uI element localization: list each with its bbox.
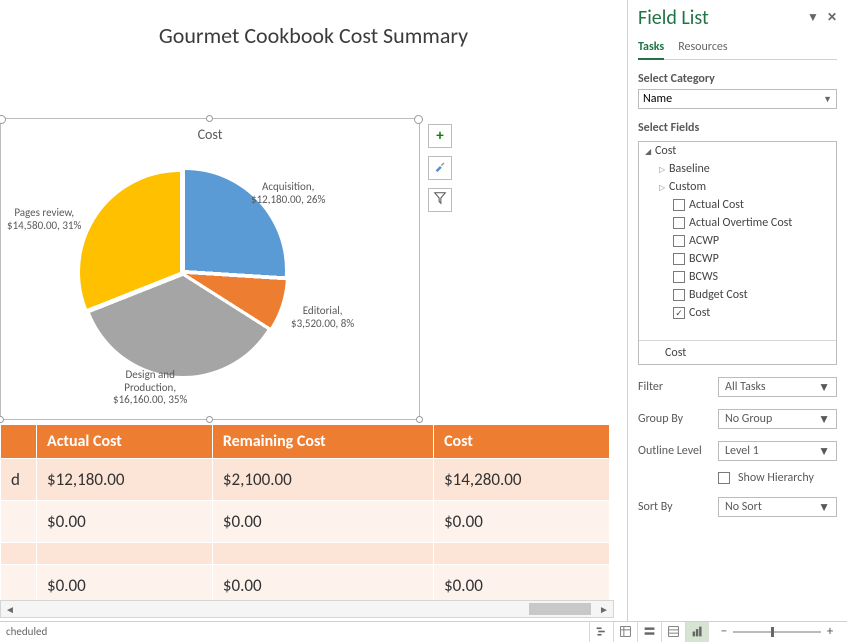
- field-actual-cost[interactable]: Actual Cost: [689, 198, 744, 212]
- pie-slice-pages[interactable]: [80, 172, 280, 372]
- collapse-icon[interactable]: [659, 182, 669, 193]
- chevron-down-icon: ▼: [818, 412, 830, 427]
- view-task-usage-button[interactable]: [613, 622, 637, 642]
- sortby-label: Sort By: [638, 500, 718, 514]
- col-actual-cost[interactable]: Actual Cost: [37, 425, 213, 459]
- plus-icon: +: [436, 127, 443, 145]
- checkbox-bcws[interactable]: [673, 271, 685, 283]
- paintbrush-icon: [433, 159, 447, 178]
- cell-rowname[interactable]: d: [1, 459, 37, 501]
- fields-tree[interactable]: Cost Baseline Custom Actual Cost Actual …: [638, 141, 837, 365]
- col-remaining-cost[interactable]: Remaining Cost: [212, 425, 433, 459]
- chart-filters-button[interactable]: [428, 188, 452, 212]
- field-bcws[interactable]: BCWS: [689, 270, 718, 284]
- checkbox-acwp[interactable]: [673, 235, 685, 247]
- scroll-left-button[interactable]: ◄: [1, 601, 19, 617]
- view-gantt-button[interactable]: [589, 622, 613, 642]
- chart-styles-button[interactable]: [428, 156, 452, 180]
- outline-level-value: Level 1: [725, 444, 759, 458]
- cell[interactable]: $0.00: [212, 501, 433, 543]
- field-actual-overtime-cost[interactable]: Actual Overtime Cost: [689, 216, 792, 230]
- view-team-planner-button[interactable]: [637, 622, 661, 642]
- outline-level-dropdown[interactable]: Level 1 ▼: [718, 441, 837, 461]
- cost-table[interactable]: Actual Cost Remaining Cost Cost d $12,18…: [0, 424, 610, 607]
- field-budget-cost[interactable]: Budget Cost: [689, 288, 748, 302]
- pane-options-button[interactable]: ▼: [807, 10, 819, 25]
- checkbox-actual-cost[interactable]: [673, 199, 685, 211]
- cell[interactable]: $12,180.00: [37, 459, 213, 501]
- scrollbar-thumb[interactable]: [529, 603, 591, 615]
- zoom-slider-thumb[interactable]: [771, 627, 774, 637]
- scroll-right-button[interactable]: ►: [595, 601, 613, 617]
- status-text: cheduled: [0, 625, 47, 638]
- groupby-dropdown[interactable]: No Group ▼: [718, 409, 837, 429]
- groupby-label: Group By: [638, 412, 718, 426]
- field-list-pane: Field List ▼ ✕ Tasks Resources Select Ca…: [627, 0, 847, 621]
- select-category-dropdown[interactable]: Name ▼: [638, 89, 837, 109]
- horizontal-scrollbar[interactable]: ◄ ►: [0, 600, 614, 618]
- checkbox-cost[interactable]: ✓: [673, 307, 685, 319]
- checkbox-bcwp[interactable]: [673, 253, 685, 265]
- field-cost[interactable]: Cost: [689, 306, 710, 320]
- filter-dropdown[interactable]: All Tasks ▼: [718, 377, 837, 397]
- checkbox-show-hierarchy[interactable]: [718, 472, 730, 484]
- checkbox-budget-cost[interactable]: [673, 289, 685, 301]
- chevron-down-icon: ▼: [823, 94, 832, 105]
- select-fields-label: Select Fields: [638, 121, 837, 135]
- report-title: Gourmet Cookbook Cost Summary: [0, 22, 627, 49]
- cell[interactable]: $14,280.00: [434, 459, 610, 501]
- fields-footer: Cost: [665, 346, 686, 360]
- tab-resources[interactable]: Resources: [678, 40, 727, 59]
- chart-container[interactable]: Cost Acquisition,$12,180.00, 26% Editori…: [0, 118, 420, 420]
- close-icon[interactable]: ✕: [827, 10, 837, 25]
- table-row[interactable]: d $12,180.00 $2,100.00 $14,280.00: [1, 459, 610, 501]
- field-bcwp[interactable]: BCWP: [689, 252, 719, 266]
- cell[interactable]: $0.00: [37, 501, 213, 543]
- tab-tasks[interactable]: Tasks: [638, 40, 664, 60]
- chart-title: Cost: [1, 126, 419, 143]
- select-category-value: Name: [643, 92, 672, 106]
- zoom-in-button[interactable]: +: [823, 624, 837, 639]
- status-bar: cheduled − +: [0, 621, 847, 641]
- collapse-icon[interactable]: [659, 164, 669, 175]
- col-cost[interactable]: Cost: [434, 425, 610, 459]
- tree-node-custom[interactable]: Custom: [669, 180, 706, 194]
- select-category-label: Select Category: [638, 72, 837, 86]
- sortby-value: No Sort: [725, 500, 762, 514]
- outline-level-label: Outline Level: [638, 444, 718, 458]
- filter-label: Filter: [638, 380, 718, 394]
- tree-node-cost[interactable]: Cost: [655, 144, 676, 158]
- filter-value: All Tasks: [725, 380, 766, 394]
- zoom-out-button[interactable]: −: [717, 624, 731, 639]
- sortby-dropdown[interactable]: No Sort ▼: [718, 497, 837, 517]
- checkbox-actual-overtime-cost[interactable]: [673, 217, 685, 229]
- view-report-button[interactable]: [685, 622, 709, 642]
- expand-icon[interactable]: [645, 146, 655, 157]
- funnel-icon: [433, 191, 447, 210]
- cell[interactable]: $2,100.00: [212, 459, 433, 501]
- table-row[interactable]: $0.00 $0.00 $0.00: [1, 501, 610, 543]
- data-label-design: Design andProduction,$16,160.00, 35%: [113, 369, 187, 407]
- field-acwp[interactable]: ACWP: [689, 234, 719, 248]
- chevron-down-icon: ▼: [818, 444, 830, 459]
- chevron-down-icon: ▼: [818, 500, 830, 515]
- chart-elements-button[interactable]: +: [428, 124, 452, 148]
- data-label-acquisition: Acquisition,$12,180.00, 26%: [251, 181, 325, 206]
- zoom-slider[interactable]: [733, 631, 821, 633]
- tree-node-baseline[interactable]: Baseline: [669, 162, 710, 176]
- show-hierarchy-label: Show Hierarchy: [738, 471, 814, 485]
- chevron-down-icon: ▼: [818, 380, 830, 395]
- cell[interactable]: $0.00: [434, 501, 610, 543]
- groupby-value: No Group: [725, 412, 772, 426]
- table-row[interactable]: [1, 543, 610, 565]
- data-label-pages: Pages review,$14,580.00, 31%: [7, 207, 81, 232]
- data-label-editorial: Editorial,$3,520.00, 8%: [291, 305, 354, 330]
- view-resource-sheet-button[interactable]: [661, 622, 685, 642]
